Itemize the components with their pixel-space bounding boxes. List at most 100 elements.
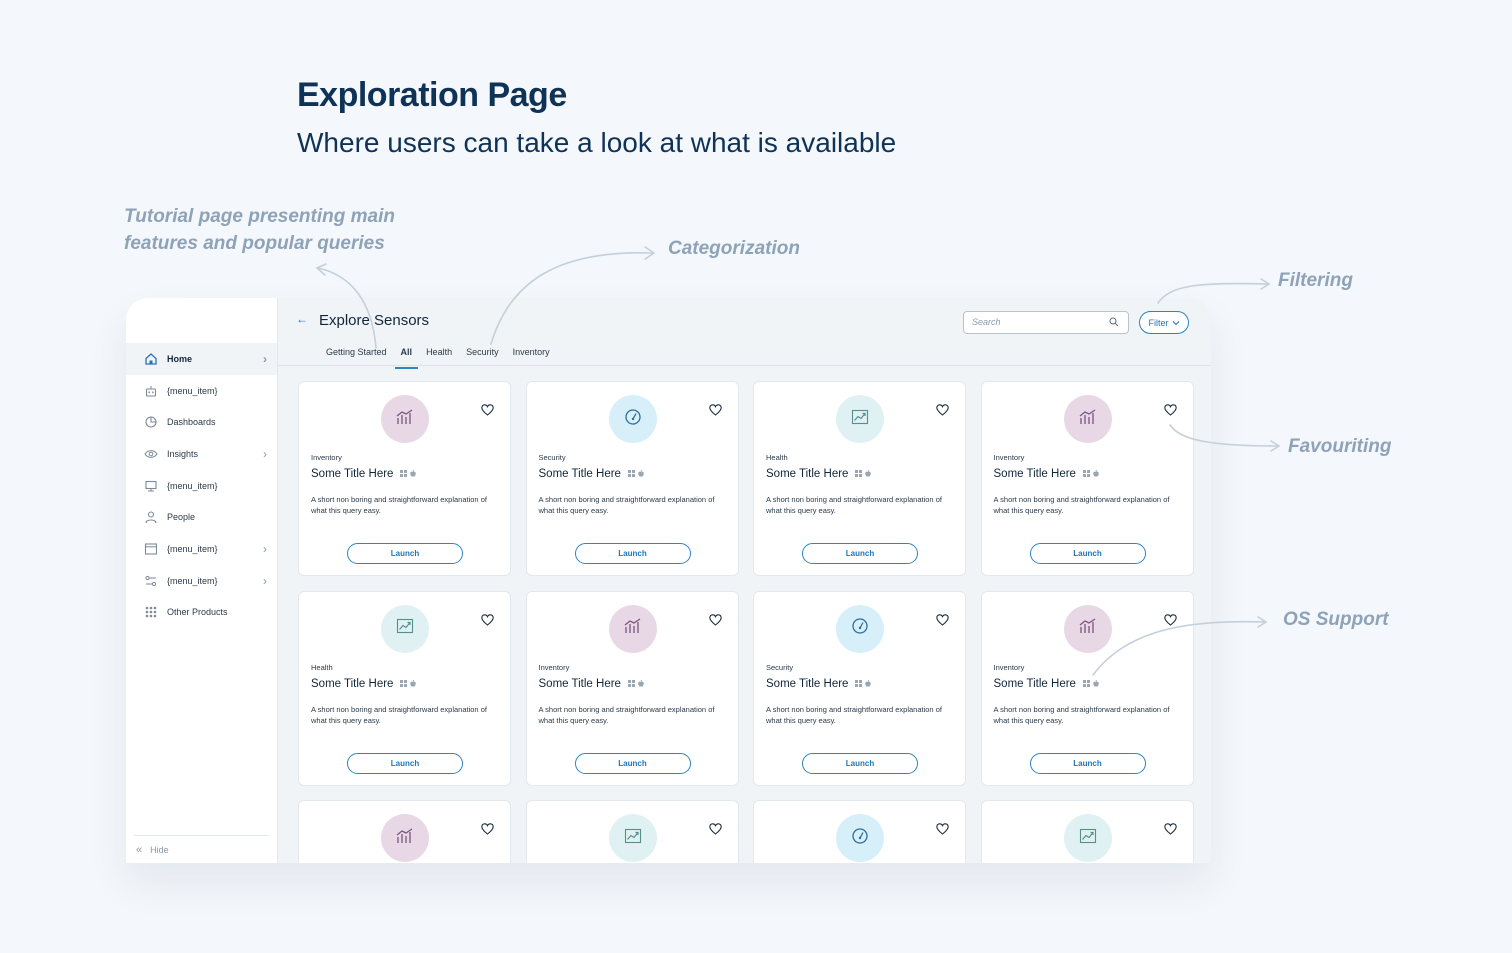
os-support (627, 468, 644, 480)
card-category-badge (1063, 604, 1112, 653)
launch-button[interactable]: Launch (802, 543, 918, 564)
chevron-right-icon: › (263, 573, 267, 588)
card-title-text: Some Title Here (311, 468, 394, 480)
annotation-filtering: Filtering (1278, 270, 1353, 291)
chevron-right-icon: › (263, 351, 267, 366)
query-card: Inventory Some Title Here A short non bori… (298, 381, 511, 576)
windows-icon (1082, 678, 1090, 690)
favourite-heart-icon[interactable] (1163, 822, 1177, 840)
sidebar-item[interactable]: Dashboards (126, 406, 277, 438)
card-category-badge (381, 814, 429, 862)
favourite-heart-icon[interactable] (708, 613, 722, 631)
query-card (298, 800, 511, 863)
sidebar-item[interactable]: Home › (126, 343, 277, 375)
query-card: Health Some Title Here A short non boring … (753, 381, 966, 576)
category-tab[interactable]: Inventory (513, 347, 550, 363)
query-card (980, 800, 1194, 863)
sidebar-item[interactable]: {menu_item} (126, 470, 277, 502)
sidebar-item[interactable]: {menu_item} › (126, 565, 277, 597)
favourite-heart-icon[interactable] (936, 822, 949, 840)
launch-button[interactable]: Launch (1029, 752, 1146, 774)
trend-chart-icon (851, 409, 869, 430)
card-category-badge (608, 814, 657, 862)
launch-button[interactable]: Launch (574, 543, 691, 564)
sidebar-item[interactable]: People (126, 501, 277, 533)
query-card: Health Some Title Here A short non boring … (298, 590, 511, 786)
favourite-heart-icon[interactable] (708, 403, 722, 421)
monitor-icon (144, 479, 158, 493)
sidebar: Home › {menu_item} Dashboards Insights › {menu… (126, 298, 278, 863)
sidebar-item[interactable]: Insights › (126, 438, 277, 470)
page-title: Explore Sensors (319, 312, 430, 329)
trend-chart-icon (396, 618, 414, 639)
arrowhead-filtering (1260, 278, 1271, 290)
apple-icon (865, 678, 872, 690)
annotation-tutorial: Tutorial page presenting main features a… (124, 206, 395, 254)
card-title: Some Title Here (311, 468, 417, 480)
search-input[interactable]: Search (963, 311, 1129, 334)
card-category-badge (1063, 814, 1112, 862)
card-description: A short non boring and straightforward e… (538, 495, 715, 515)
card-title: Some Title Here (766, 468, 872, 480)
search-icon (1109, 317, 1119, 327)
favourite-heart-icon[interactable] (1163, 403, 1177, 421)
presentation-subtitle: Where users can take a look at what is a… (297, 127, 897, 158)
category-tab[interactable]: Getting Started (326, 347, 387, 363)
card-category: Inventory (993, 453, 1025, 462)
card-category-badge (608, 395, 657, 443)
bar-chart-icon (1078, 618, 1098, 639)
main-content: ← Explore Sensors Search Filter Getting … (278, 298, 1211, 863)
launch-button[interactable]: Launch (802, 752, 918, 774)
sidebar-item[interactable]: Other Products (126, 597, 277, 629)
card-category: Health (311, 662, 333, 672)
favourite-heart-icon[interactable] (481, 403, 494, 421)
category-tab[interactable]: Security (466, 347, 499, 363)
launch-button[interactable]: Launch (1029, 543, 1146, 564)
card-description: A short non boring and straightforward e… (766, 704, 942, 725)
category-tab[interactable]: Health (426, 347, 452, 363)
back-arrow-icon[interactable]: ← (296, 312, 308, 326)
card-title: Some Title Here (766, 678, 872, 690)
windows-icon (627, 468, 635, 480)
card-description: A short non boring and straightforward e… (538, 704, 715, 725)
launch-button[interactable]: Launch (347, 752, 463, 774)
favourite-heart-icon[interactable] (936, 403, 949, 421)
card-category-badge (836, 604, 884, 653)
card-description: A short non boring and straightforward e… (311, 495, 487, 515)
os-support (400, 678, 417, 690)
favourite-heart-icon[interactable] (708, 822, 722, 840)
filter-button[interactable]: Filter (1139, 311, 1189, 334)
card-title-text: Some Title Here (766, 468, 849, 480)
apple-icon (410, 468, 417, 480)
favourite-heart-icon[interactable] (481, 613, 494, 631)
bar-chart-icon (1078, 408, 1098, 430)
card-title: Some Title Here (311, 677, 417, 690)
sidebar-menu: Home › {menu_item} Dashboards Insights › {menu… (126, 343, 277, 628)
card-category: Inventory (538, 662, 570, 672)
favourite-heart-icon[interactable] (481, 822, 494, 840)
query-card (753, 800, 966, 863)
apple-icon (865, 468, 872, 480)
launch-button[interactable]: Launch (574, 752, 691, 774)
sidebar-item-label: {menu_item} (167, 385, 218, 396)
favourite-heart-icon[interactable] (936, 613, 949, 631)
apple-icon (410, 678, 417, 690)
top-bar: ← Explore Sensors Search Filter Getting … (278, 298, 1211, 369)
windows-icon (400, 678, 408, 690)
person-icon (144, 510, 158, 524)
sidebar-item[interactable]: {menu_item} (126, 375, 277, 407)
windows-icon (855, 468, 863, 480)
card-description: A short non boring and straightforward e… (993, 495, 1170, 515)
sidebar-item[interactable]: {menu_item} › (126, 533, 277, 565)
hide-sidebar-button[interactable]: « Hide (134, 835, 269, 863)
os-support (400, 468, 417, 480)
sidebar-item-label: Insights (167, 448, 199, 459)
home-icon (144, 352, 158, 366)
annotation-favouriting: Favouriting (1288, 436, 1392, 457)
card-title-text: Some Title Here (311, 677, 394, 690)
chevron-right-icon: › (263, 446, 267, 461)
favourite-heart-icon[interactable] (1163, 613, 1177, 631)
os-support (855, 678, 872, 690)
category-tab[interactable]: All (394, 347, 418, 369)
launch-button[interactable]: Launch (347, 543, 463, 564)
